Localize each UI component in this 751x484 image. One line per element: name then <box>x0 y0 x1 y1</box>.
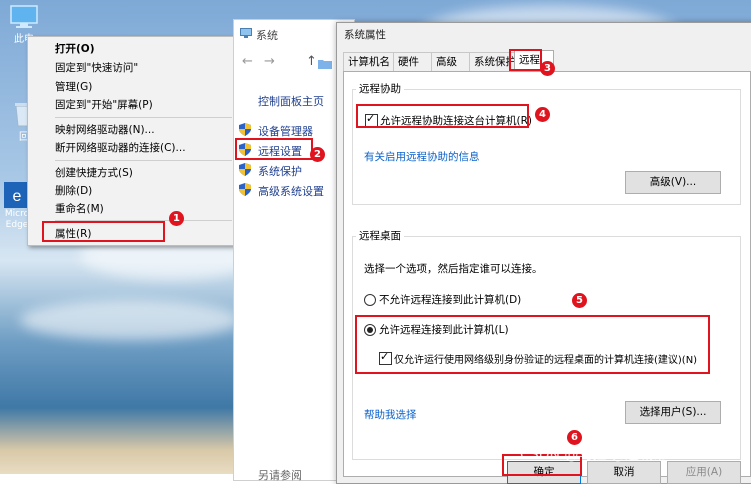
highlight-properties <box>42 221 165 242</box>
callout-6: 6 <box>567 430 582 445</box>
sidebar-link-system-protection[interactable]: 系统保护 <box>258 163 302 179</box>
watermark: CSDN @乌拉 @追城帮 <box>520 447 667 463</box>
system-window-title: 系统 <box>256 29 278 42</box>
highlight-remote-settings <box>235 138 313 160</box>
menu-item-manage[interactable]: 管理(G) <box>55 80 92 94</box>
menu-separator <box>55 117 232 118</box>
menu-item-rename[interactable]: 重命名(M) <box>55 202 104 216</box>
deny-remote-radio[interactable] <box>364 294 376 306</box>
menu-item-disconnect-drive[interactable]: 断开网络驱动器的连接(C)... <box>55 141 186 155</box>
callout-3: 3 <box>540 61 555 76</box>
back-arrow-icon[interactable]: ← <box>242 54 253 69</box>
system-properties-dialog: 系统属性 计算机名 硬件 高级 系统保护 远程 远程协助 允许远程协助连接这台计… <box>336 22 751 484</box>
sidebar-link-device-manager[interactable]: 设备管理器 <box>258 123 313 139</box>
up-arrow-icon[interactable]: ↑ <box>306 54 317 69</box>
menu-item-map-drive[interactable]: 映射网络驱动器(N)... <box>55 123 155 137</box>
forward-arrow-icon[interactable]: → <box>264 54 275 69</box>
menu-separator <box>55 160 232 161</box>
control-panel-home-link[interactable]: 控制面板主页 <box>258 93 324 109</box>
svg-text:e: e <box>13 188 22 205</box>
highlight-allow-remote <box>355 315 710 374</box>
context-menu: 打开(O) 固定到"快速访问" 管理(G) 固定到"开始"屏幕(P) 映射网络驱… <box>27 36 239 246</box>
remote-tab-panel: 远程协助 允许远程协助连接这台计算机(R) 有关启用远程协助的信息 高级(V).… <box>343 71 751 477</box>
folder-icon <box>318 60 332 69</box>
shield-icon <box>239 123 251 136</box>
apply-button[interactable]: 应用(A) <box>667 461 741 484</box>
assistance-info-link[interactable]: 有关启用远程协助的信息 <box>364 149 480 164</box>
select-users-button[interactable]: 选择用户(S)... <box>625 401 721 424</box>
edge-label: Micro Edge <box>4 209 30 230</box>
menu-item-create-shortcut[interactable]: 创建快捷方式(S) <box>55 166 133 180</box>
deny-remote-label[interactable]: 不允许远程连接到此计算机(D) <box>379 292 521 307</box>
callout-5: 5 <box>572 293 587 308</box>
menu-item-pin-quick-access[interactable]: 固定到"快速访问" <box>55 61 138 75</box>
tab-advanced[interactable]: 高级 <box>431 52 471 72</box>
remote-desktop-instruction: 选择一个选项，然后指定谁可以连接。 <box>364 263 543 275</box>
help-me-choose-link[interactable]: 帮助我选择 <box>364 407 417 422</box>
remote-assistance-group-label: 远程协助 <box>356 81 404 96</box>
tab-computer-name[interactable]: 计算机名 <box>343 52 394 72</box>
dialog-title: 系统属性 <box>344 29 386 41</box>
system-icon <box>240 28 252 38</box>
sidebar-link-advanced-settings[interactable]: 高级系统设置 <box>258 183 324 199</box>
highlight-remote-tab <box>509 49 542 71</box>
monitor-icon <box>10 5 38 28</box>
shield-icon <box>239 163 251 176</box>
see-also-label: 另请参阅 <box>258 469 302 482</box>
menu-item-pin-start[interactable]: 固定到"开始"屏幕(P) <box>55 98 153 112</box>
assistance-advanced-button[interactable]: 高级(V)... <box>625 171 721 194</box>
shield-icon <box>239 183 251 196</box>
cancel-button[interactable]: 取消 <box>587 461 661 484</box>
tab-hardware[interactable]: 硬件 <box>393 52 433 72</box>
callout-2: 2 <box>310 147 325 162</box>
highlight-allow-assistance <box>356 104 529 128</box>
remote-desktop-group-label: 远程桌面 <box>356 228 404 243</box>
menu-item-open[interactable]: 打开(O) <box>55 42 95 56</box>
callout-1: 1 <box>169 211 184 226</box>
menu-item-delete[interactable]: 删除(D) <box>55 184 92 198</box>
callout-4: 4 <box>535 107 550 122</box>
